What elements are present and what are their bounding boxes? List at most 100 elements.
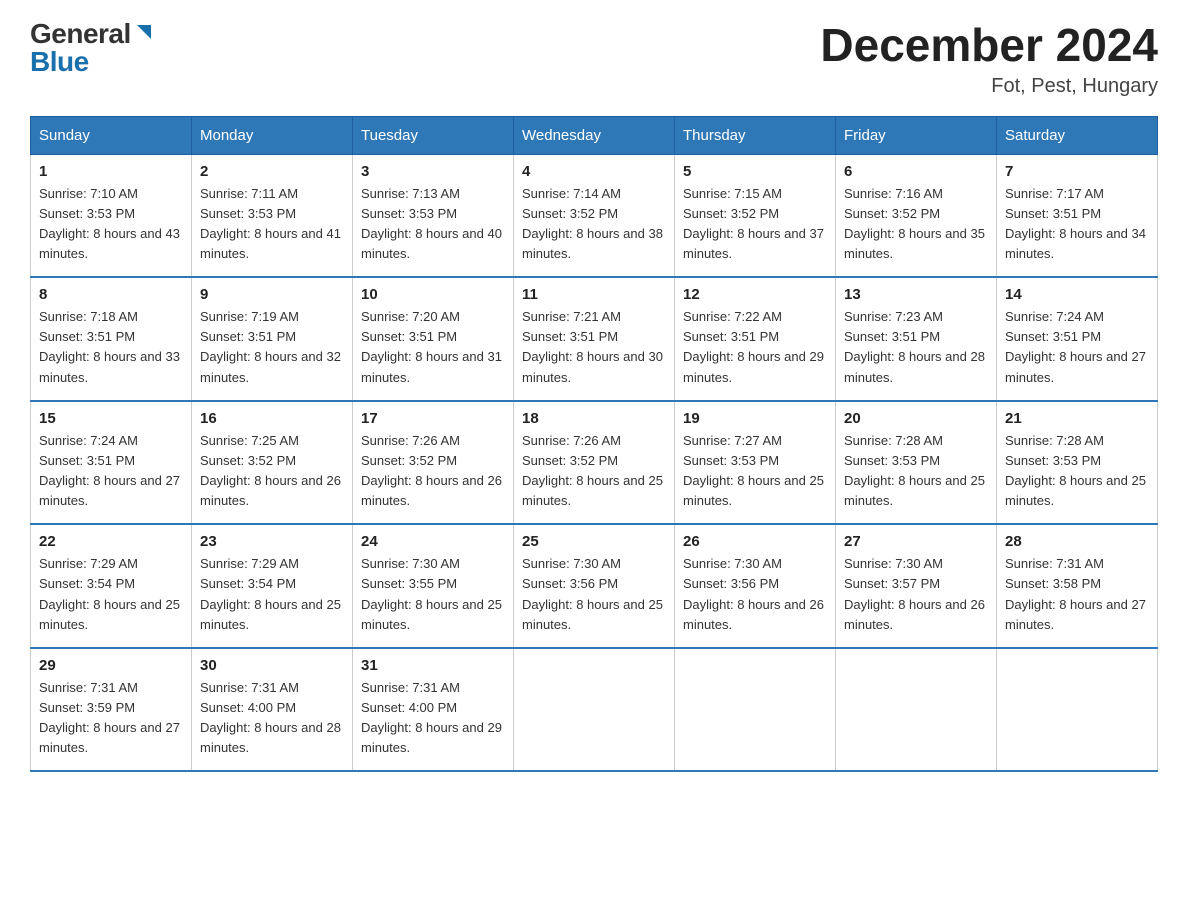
day-number: 6	[844, 163, 988, 180]
day-number: 19	[683, 410, 827, 427]
day-number: 3	[361, 163, 505, 180]
day-info: Sunrise: 7:22 AMSunset: 3:51 PMDaylight:…	[683, 309, 824, 384]
col-friday: Friday	[836, 116, 997, 154]
day-number: 23	[200, 533, 344, 550]
day-info: Sunrise: 7:24 AMSunset: 3:51 PMDaylight:…	[1005, 309, 1146, 384]
day-info: Sunrise: 7:29 AMSunset: 3:54 PMDaylight:…	[39, 556, 180, 631]
day-number: 31	[361, 657, 505, 674]
day-number: 5	[683, 163, 827, 180]
table-row	[836, 648, 997, 772]
day-number: 10	[361, 286, 505, 303]
col-saturday: Saturday	[997, 116, 1158, 154]
table-row: 9 Sunrise: 7:19 AMSunset: 3:51 PMDayligh…	[192, 277, 353, 401]
page-header: General Blue December 2024 Fot, Pest, Hu…	[30, 20, 1158, 98]
table-row: 12 Sunrise: 7:22 AMSunset: 3:51 PMDaylig…	[675, 277, 836, 401]
day-number: 13	[844, 286, 988, 303]
table-row: 18 Sunrise: 7:26 AMSunset: 3:52 PMDaylig…	[514, 401, 675, 525]
col-tuesday: Tuesday	[353, 116, 514, 154]
day-number: 8	[39, 286, 183, 303]
table-row	[675, 648, 836, 772]
table-row: 5 Sunrise: 7:15 AMSunset: 3:52 PMDayligh…	[675, 154, 836, 277]
day-number: 20	[844, 410, 988, 427]
table-row: 31 Sunrise: 7:31 AMSunset: 4:00 PMDaylig…	[353, 648, 514, 772]
table-row: 23 Sunrise: 7:29 AMSunset: 3:54 PMDaylig…	[192, 524, 353, 648]
day-info: Sunrise: 7:30 AMSunset: 3:56 PMDaylight:…	[522, 556, 663, 631]
day-info: Sunrise: 7:31 AMSunset: 3:58 PMDaylight:…	[1005, 556, 1146, 631]
table-row: 26 Sunrise: 7:30 AMSunset: 3:56 PMDaylig…	[675, 524, 836, 648]
day-info: Sunrise: 7:25 AMSunset: 3:52 PMDaylight:…	[200, 433, 341, 508]
day-info: Sunrise: 7:13 AMSunset: 3:53 PMDaylight:…	[361, 186, 502, 261]
day-number: 29	[39, 657, 183, 674]
day-number: 30	[200, 657, 344, 674]
day-info: Sunrise: 7:20 AMSunset: 3:51 PMDaylight:…	[361, 309, 502, 384]
col-sunday: Sunday	[31, 116, 192, 154]
day-number: 2	[200, 163, 344, 180]
day-info: Sunrise: 7:16 AMSunset: 3:52 PMDaylight:…	[844, 186, 985, 261]
day-number: 28	[1005, 533, 1149, 550]
table-row: 24 Sunrise: 7:30 AMSunset: 3:55 PMDaylig…	[353, 524, 514, 648]
logo-blue-text: Blue	[30, 48, 89, 76]
table-row: 21 Sunrise: 7:28 AMSunset: 3:53 PMDaylig…	[997, 401, 1158, 525]
day-info: Sunrise: 7:24 AMSunset: 3:51 PMDaylight:…	[39, 433, 180, 508]
day-info: Sunrise: 7:28 AMSunset: 3:53 PMDaylight:…	[1005, 433, 1146, 508]
table-row: 28 Sunrise: 7:31 AMSunset: 3:58 PMDaylig…	[997, 524, 1158, 648]
day-info: Sunrise: 7:30 AMSunset: 3:57 PMDaylight:…	[844, 556, 985, 631]
day-number: 11	[522, 286, 666, 303]
table-row: 20 Sunrise: 7:28 AMSunset: 3:53 PMDaylig…	[836, 401, 997, 525]
day-number: 14	[1005, 286, 1149, 303]
day-info: Sunrise: 7:26 AMSunset: 3:52 PMDaylight:…	[522, 433, 663, 508]
day-number: 22	[39, 533, 183, 550]
day-info: Sunrise: 7:30 AMSunset: 3:56 PMDaylight:…	[683, 556, 824, 631]
table-row: 17 Sunrise: 7:26 AMSunset: 3:52 PMDaylig…	[353, 401, 514, 525]
logo: General Blue	[30, 20, 155, 76]
day-number: 25	[522, 533, 666, 550]
table-row	[514, 648, 675, 772]
table-row: 1 Sunrise: 7:10 AMSunset: 3:53 PMDayligh…	[31, 154, 192, 277]
table-row: 11 Sunrise: 7:21 AMSunset: 3:51 PMDaylig…	[514, 277, 675, 401]
calendar-body: 1 Sunrise: 7:10 AMSunset: 3:53 PMDayligh…	[31, 154, 1158, 771]
day-number: 12	[683, 286, 827, 303]
page-title: December 2024	[820, 20, 1158, 71]
table-row: 3 Sunrise: 7:13 AMSunset: 3:53 PMDayligh…	[353, 154, 514, 277]
table-row: 29 Sunrise: 7:31 AMSunset: 3:59 PMDaylig…	[31, 648, 192, 772]
logo-general-text: General	[30, 20, 131, 48]
table-row: 7 Sunrise: 7:17 AMSunset: 3:51 PMDayligh…	[997, 154, 1158, 277]
table-row: 4 Sunrise: 7:14 AMSunset: 3:52 PMDayligh…	[514, 154, 675, 277]
title-area: December 2024 Fot, Pest, Hungary	[820, 20, 1158, 98]
day-number: 27	[844, 533, 988, 550]
day-number: 24	[361, 533, 505, 550]
day-number: 17	[361, 410, 505, 427]
day-info: Sunrise: 7:21 AMSunset: 3:51 PMDaylight:…	[522, 309, 663, 384]
day-info: Sunrise: 7:28 AMSunset: 3:53 PMDaylight:…	[844, 433, 985, 508]
calendar-header: Sunday Monday Tuesday Wednesday Thursday…	[31, 116, 1158, 154]
page-subtitle: Fot, Pest, Hungary	[820, 75, 1158, 98]
table-row: 2 Sunrise: 7:11 AMSunset: 3:53 PMDayligh…	[192, 154, 353, 277]
day-info: Sunrise: 7:14 AMSunset: 3:52 PMDaylight:…	[522, 186, 663, 261]
table-row: 25 Sunrise: 7:30 AMSunset: 3:56 PMDaylig…	[514, 524, 675, 648]
day-number: 1	[39, 163, 183, 180]
table-row: 13 Sunrise: 7:23 AMSunset: 3:51 PMDaylig…	[836, 277, 997, 401]
table-row: 27 Sunrise: 7:30 AMSunset: 3:57 PMDaylig…	[836, 524, 997, 648]
calendar-table: Sunday Monday Tuesday Wednesday Thursday…	[30, 116, 1158, 773]
day-info: Sunrise: 7:10 AMSunset: 3:53 PMDaylight:…	[39, 186, 180, 261]
day-info: Sunrise: 7:30 AMSunset: 3:55 PMDaylight:…	[361, 556, 502, 631]
day-info: Sunrise: 7:31 AMSunset: 4:00 PMDaylight:…	[361, 680, 502, 755]
day-info: Sunrise: 7:29 AMSunset: 3:54 PMDaylight:…	[200, 556, 341, 631]
day-number: 7	[1005, 163, 1149, 180]
table-row: 14 Sunrise: 7:24 AMSunset: 3:51 PMDaylig…	[997, 277, 1158, 401]
day-info: Sunrise: 7:15 AMSunset: 3:52 PMDaylight:…	[683, 186, 824, 261]
day-number: 21	[1005, 410, 1149, 427]
logo-triangle-icon	[133, 21, 155, 43]
day-number: 16	[200, 410, 344, 427]
day-info: Sunrise: 7:31 AMSunset: 4:00 PMDaylight:…	[200, 680, 341, 755]
col-thursday: Thursday	[675, 116, 836, 154]
day-info: Sunrise: 7:11 AMSunset: 3:53 PMDaylight:…	[200, 186, 341, 261]
table-row: 19 Sunrise: 7:27 AMSunset: 3:53 PMDaylig…	[675, 401, 836, 525]
day-number: 4	[522, 163, 666, 180]
day-info: Sunrise: 7:27 AMSunset: 3:53 PMDaylight:…	[683, 433, 824, 508]
day-info: Sunrise: 7:26 AMSunset: 3:52 PMDaylight:…	[361, 433, 502, 508]
day-number: 15	[39, 410, 183, 427]
table-row: 22 Sunrise: 7:29 AMSunset: 3:54 PMDaylig…	[31, 524, 192, 648]
day-info: Sunrise: 7:17 AMSunset: 3:51 PMDaylight:…	[1005, 186, 1146, 261]
day-info: Sunrise: 7:18 AMSunset: 3:51 PMDaylight:…	[39, 309, 180, 384]
